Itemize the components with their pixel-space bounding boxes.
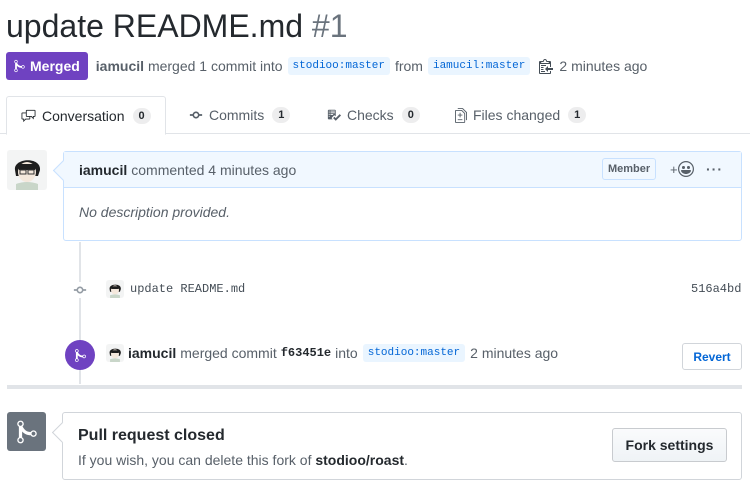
checklist-icon xyxy=(327,109,341,121)
reaction-plus-label: + xyxy=(670,161,678,177)
merge-actor-link[interactable]: iamucil xyxy=(128,345,176,361)
merge-event-text: iamucil merged commit f63451e into stodi… xyxy=(128,343,558,363)
pr-meta: Merged iamucil merged 1 commit into stod… xyxy=(6,52,647,80)
tab-files-changed-label: Files changed xyxy=(473,107,561,123)
commit-icon xyxy=(189,111,203,119)
add-reaction-button[interactable]: + xyxy=(670,161,694,177)
pr-closed-description: If you wish, you can delete this fork of… xyxy=(78,452,408,468)
head-branch-ref[interactable]: iamucil:master xyxy=(427,57,531,75)
merge-action-text: merged commit xyxy=(180,345,277,361)
tab-checks-count: 0 xyxy=(401,107,420,123)
tab-checks-label: Checks xyxy=(347,107,394,123)
tab-commits[interactable]: Commits 1 xyxy=(189,96,291,134)
pr-time: 2 minutes ago xyxy=(559,58,648,74)
closed-desc-suffix: . xyxy=(404,452,408,468)
avatar[interactable] xyxy=(7,150,47,190)
file-diff-icon xyxy=(455,107,467,123)
timeline-divider xyxy=(7,385,742,389)
closed-desc-prefix: If you wish, you can delete this fork of xyxy=(78,452,312,468)
tab-conversation[interactable]: Conversation 0 xyxy=(6,96,166,135)
merge-into-text: into xyxy=(335,345,358,361)
merge-target-branch[interactable]: stodioo:master xyxy=(362,344,466,362)
pr-author-link[interactable]: iamucil xyxy=(96,58,144,74)
pr-number: #1 xyxy=(311,8,348,44)
tab-commits-label: Commits xyxy=(209,107,265,123)
git-merge-icon xyxy=(14,59,25,73)
pr-title-text: update README.md xyxy=(6,8,304,44)
commit-author-avatar[interactable] xyxy=(106,280,124,298)
merged-state-badge: Merged xyxy=(6,52,88,80)
git-merge-icon xyxy=(74,348,86,362)
conversation-icon xyxy=(21,109,36,122)
comment-author-link[interactable]: iamucil xyxy=(79,162,127,178)
more-options-icon[interactable]: ··· xyxy=(706,161,723,177)
comment-action-text[interactable]: commented 4 minutes ago xyxy=(131,162,296,178)
tab-files-changed[interactable]: Files changed 1 xyxy=(455,96,587,134)
tab-commits-count: 1 xyxy=(272,107,291,123)
pr-tabs: Conversation 0 Commits 1 Checks 0 Files … xyxy=(0,96,750,135)
merge-event-badge xyxy=(65,340,95,370)
smiley-icon xyxy=(677,161,694,177)
pr-title: update README.md #1 xyxy=(6,6,348,46)
pr-closed-box: Pull request closed If you wish, you can… xyxy=(62,412,742,480)
base-branch-ref[interactable]: stodioo:master xyxy=(287,57,390,75)
tab-files-changed-count: 1 xyxy=(568,107,587,123)
merged-state-label: Merged xyxy=(30,58,80,74)
from-text: from xyxy=(394,58,423,74)
commit-node-icon xyxy=(72,282,88,298)
commit-message-link[interactable]: update README.md xyxy=(130,282,245,296)
pr-closed-title: Pull request closed xyxy=(78,427,225,444)
fork-settings-button[interactable]: Fork settings xyxy=(612,428,727,462)
member-badge: Member xyxy=(602,158,657,180)
comment-header: iamucil commented 4 minutes ago Member +… xyxy=(64,152,741,188)
commit-sha-link[interactable]: 516a4bd xyxy=(691,282,741,296)
merge-summary-text: merged 1 commit into xyxy=(147,58,283,74)
revert-button[interactable]: Revert xyxy=(682,343,742,370)
clipboard-icon[interactable] xyxy=(539,58,554,74)
git-merge-icon xyxy=(16,420,37,443)
tab-conversation-count: 0 xyxy=(132,107,151,124)
tab-conversation-label: Conversation xyxy=(42,107,125,124)
merge-commit-sha-link[interactable]: f63451e xyxy=(281,346,331,360)
closed-merge-icon-box xyxy=(7,412,46,451)
comment-box: iamucil commented 4 minutes ago Member +… xyxy=(63,151,742,241)
tab-checks[interactable]: Checks 0 xyxy=(327,96,420,134)
fork-repo-name: stodioo/roast xyxy=(315,452,405,468)
merge-time[interactable]: 2 minutes ago xyxy=(470,345,558,361)
merge-actor-avatar[interactable] xyxy=(106,344,124,362)
comment-body: No description provided. xyxy=(79,204,230,220)
